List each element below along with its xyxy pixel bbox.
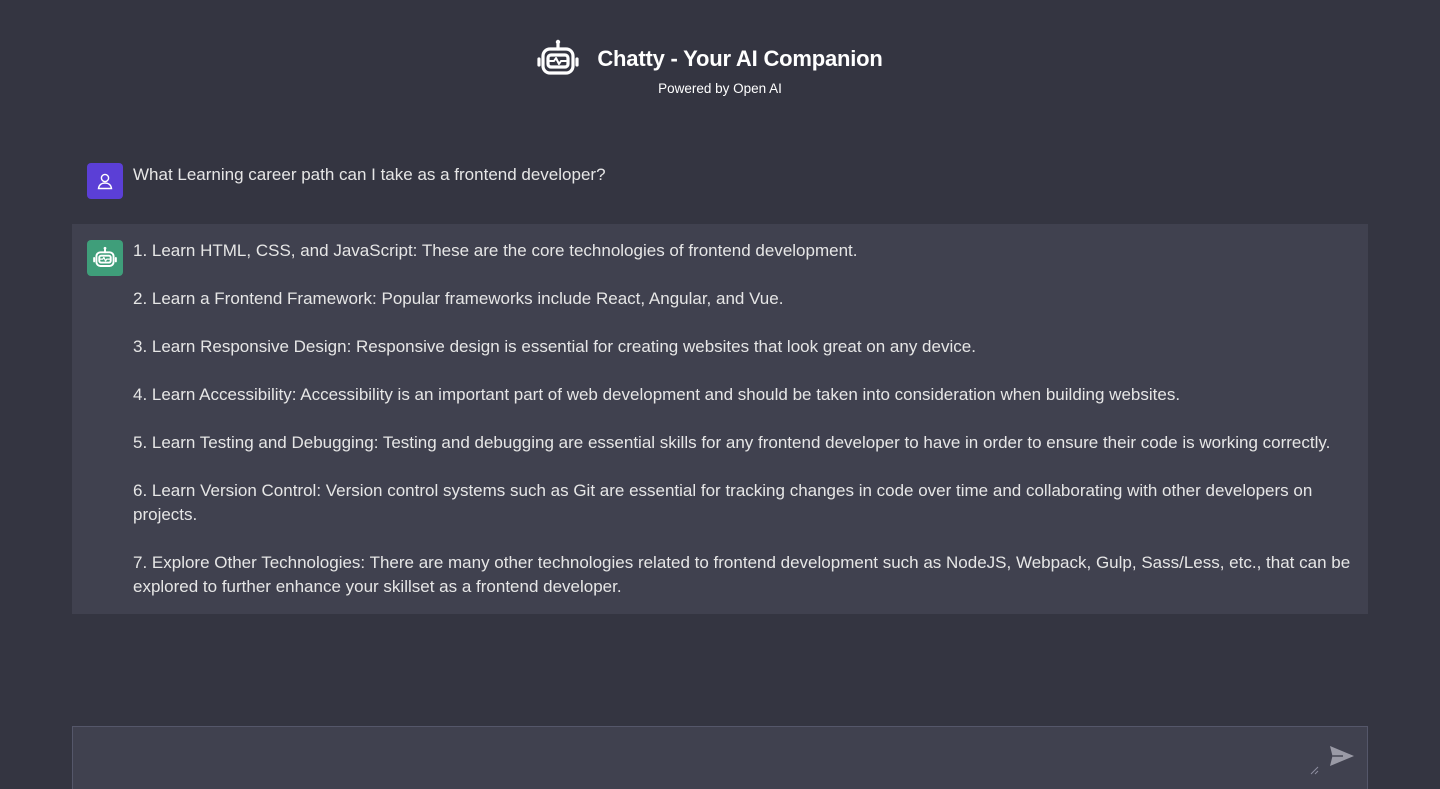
bot-avatar bbox=[87, 240, 123, 276]
brand: Chatty - Your AI Companion bbox=[0, 38, 1440, 80]
user-avatar bbox=[87, 163, 123, 199]
bot-message-paragraph: 1. Learn HTML, CSS, and JavaScript: Thes… bbox=[133, 241, 858, 260]
app-subtitle: Powered by Open AI bbox=[658, 81, 782, 96]
resize-handle-icon[interactable] bbox=[1309, 765, 1319, 775]
user-icon bbox=[97, 173, 113, 190]
bot-message-row: 1. Learn HTML, CSS, and JavaScript: Thes… bbox=[72, 224, 1368, 614]
message-composer bbox=[72, 726, 1368, 789]
bot-message-paragraph: 3. Learn Responsive Design: Responsive d… bbox=[133, 337, 976, 356]
bot-message-paragraph: 2. Learn a Frontend Framework: Popular f… bbox=[133, 289, 784, 308]
send-button[interactable] bbox=[1327, 745, 1357, 769]
robot-icon bbox=[93, 246, 117, 267]
app-title: Chatty - Your AI Companion bbox=[597, 46, 883, 71]
app-header: Chatty - Your AI Companion Powered by Op… bbox=[0, 0, 1440, 120]
bot-message-paragraph: 7. Explore Other Technologies: There are… bbox=[133, 553, 1351, 596]
send-icon bbox=[1330, 746, 1354, 766]
bot-message-text: 1. Learn HTML, CSS, and JavaScript: Thes… bbox=[133, 239, 1355, 599]
bot-message-paragraph: 4. Learn Accessibility: Accessibility is… bbox=[133, 385, 1181, 404]
user-message-row: What Learning career path can I take as … bbox=[72, 150, 1368, 224]
bot-message-paragraph: 5. Learn Testing and Debugging: Testing … bbox=[133, 433, 1331, 452]
robot-icon bbox=[537, 39, 579, 75]
bot-message-paragraph: 6. Learn Version Control: Version contro… bbox=[133, 481, 1313, 524]
user-message-text: What Learning career path can I take as … bbox=[133, 165, 606, 184]
message-input[interactable] bbox=[73, 727, 1317, 779]
